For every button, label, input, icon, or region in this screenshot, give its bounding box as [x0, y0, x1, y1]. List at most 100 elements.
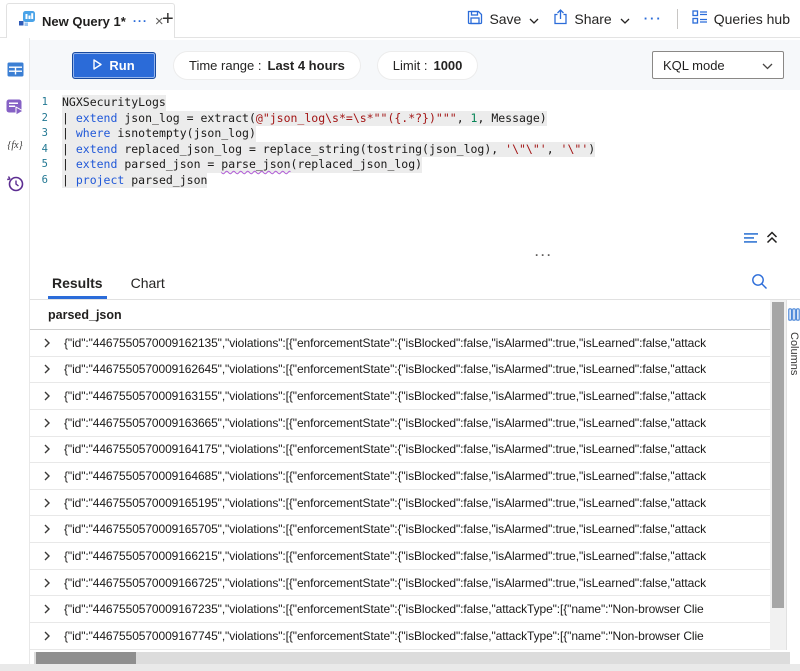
rows-container: {"id":"4467550570009162135","violations"… [30, 330, 770, 650]
run-button[interactable]: Run [72, 52, 156, 79]
table-row[interactable]: {"id":"4467550570009164685","violations"… [30, 463, 770, 490]
expand-row-icon[interactable] [30, 391, 64, 401]
row-json-text: {"id":"4467550570009164685","violations"… [64, 469, 706, 483]
row-json-text: {"id":"4467550570009165705","violations"… [64, 522, 706, 536]
save-icon [467, 9, 483, 28]
chevron-down-icon [620, 11, 630, 27]
columns-label: Columns [788, 332, 800, 375]
saved-scripts-icon[interactable] [0, 88, 30, 126]
code-text: | where isnotempty(json_log) [62, 126, 256, 142]
save-label: Save [489, 11, 521, 27]
expand-row-icon[interactable] [30, 524, 64, 534]
collapse-chevrons-icon [766, 229, 778, 248]
expand-row-icon[interactable] [30, 364, 64, 374]
table-row[interactable]: {"id":"4467550570009166725","violations"… [30, 570, 770, 597]
expand-row-icon[interactable] [30, 418, 64, 428]
tab-results[interactable]: Results [52, 275, 103, 299]
functions-icon[interactable]: {fx} [0, 126, 30, 164]
results-table: parsed_json {"id":"4467550570009162135",… [30, 300, 770, 650]
expand-row-icon[interactable] [30, 551, 64, 561]
new-tab-button[interactable]: + [162, 8, 174, 31]
results-tab-bar: Results Chart [30, 266, 800, 300]
panel-splitter[interactable]: ··· [30, 252, 800, 266]
divider [677, 9, 678, 29]
table-row[interactable]: {"id":"4467550570009164175","violations"… [30, 437, 770, 464]
table-row[interactable]: {"id":"4467550570009167745","violations"… [30, 623, 770, 650]
query-tab[interactable]: New Query 1* ··· × [6, 3, 175, 38]
kql-mode-select[interactable]: KQL mode [652, 51, 784, 79]
queries-hub-button[interactable]: Queries hub [692, 10, 790, 27]
columns-icon [788, 308, 800, 326]
results-panel: Results Chart parsed_json {"id":"4467550… [30, 266, 800, 664]
expand-row-icon[interactable] [30, 498, 64, 508]
tab-title: New Query 1* [42, 14, 126, 29]
time-range-picker[interactable]: Time range : Last 4 hours [174, 52, 360, 79]
limit-value: 1000 [433, 58, 462, 73]
horizontal-scrollbar[interactable] [34, 652, 790, 664]
chevron-down-icon [529, 11, 539, 27]
row-json-text: {"id":"4467550570009162645","violations"… [64, 362, 706, 376]
query-editor[interactable]: 1NGXSecurityLogs2| extend json_log = ext… [30, 90, 800, 252]
row-json-text: {"id":"4467550570009163155","violations"… [64, 389, 706, 403]
share-label: Share [574, 11, 611, 27]
row-json-text: {"id":"4467550570009167235","violations"… [64, 602, 704, 616]
tab-bar: New Query 1* ··· × + Save Share ··· Quer… [0, 0, 800, 38]
expand-row-icon[interactable] [30, 604, 64, 614]
line-number: 1 [30, 95, 62, 111]
chevron-down-icon [762, 58, 773, 73]
vertical-scrollbar-thumb[interactable] [772, 302, 784, 608]
row-json-text: {"id":"4467550570009164175","violations"… [64, 442, 706, 456]
code-line: 4| extend replaced_json_log = replace_st… [30, 142, 800, 158]
table-row[interactable]: {"id":"4467550570009166215","violations"… [30, 543, 770, 570]
code-line: 5| extend parsed_json = parse_json(repla… [30, 157, 800, 173]
tables-icon[interactable] [0, 50, 30, 88]
window-bottom-edge [0, 664, 800, 671]
run-label: Run [109, 58, 134, 73]
columns-panel-toggle[interactable]: Columns [786, 300, 800, 650]
table-row[interactable]: {"id":"4467550570009163155","violations"… [30, 383, 770, 410]
expand-row-icon[interactable] [30, 578, 64, 588]
code-line: 6| project parsed_json [30, 173, 800, 189]
expand-row-icon[interactable] [30, 471, 64, 481]
vertical-scrollbar[interactable] [770, 300, 786, 650]
code-lines: 1NGXSecurityLogs2| extend json_log = ext… [30, 90, 800, 188]
tab-more-button[interactable]: ··· [133, 14, 148, 28]
line-number: 6 [30, 173, 62, 189]
table-row[interactable]: {"id":"4467550570009167235","violations"… [30, 596, 770, 623]
limit-picker[interactable]: Limit : 1000 [378, 52, 478, 79]
expand-row-icon[interactable] [30, 631, 64, 641]
queries-hub-icon [692, 10, 708, 27]
code-line: 3| where isnotempty(json_log) [30, 126, 800, 142]
code-line: 1NGXSecurityLogs [30, 95, 800, 111]
code-text: | extend json_log = extract(@"json_log\s… [62, 111, 547, 127]
more-options-button[interactable]: ··· [644, 11, 663, 26]
row-json-text: {"id":"4467550570009163665","violations"… [64, 416, 706, 430]
share-button[interactable]: Share [553, 9, 629, 28]
expand-row-icon[interactable] [30, 338, 64, 348]
tab-chart[interactable]: Chart [131, 275, 165, 299]
line-number: 3 [30, 126, 62, 142]
history-icon[interactable] [0, 164, 30, 202]
limit-label: Limit : [393, 58, 428, 73]
table-row[interactable]: {"id":"4467550570009162135","violations"… [30, 330, 770, 357]
table-row[interactable]: {"id":"4467550570009165195","violations"… [30, 490, 770, 517]
code-text: | extend replaced_json_log = replace_str… [62, 142, 595, 158]
queries-hub-label: Queries hub [714, 11, 790, 27]
query-toolbar: Run Time range : Last 4 hours Limit : 10… [30, 40, 800, 90]
horizontal-scrollbar-thumb[interactable] [36, 652, 136, 664]
left-sidebar: {fx} [0, 38, 30, 671]
search-icon[interactable] [751, 273, 768, 295]
row-json-text: {"id":"4467550570009166215","violations"… [64, 549, 706, 563]
save-button[interactable]: Save [467, 9, 539, 28]
table-row[interactable]: {"id":"4467550570009162645","violations"… [30, 357, 770, 384]
table-row[interactable]: {"id":"4467550570009163665","violations"… [30, 410, 770, 437]
table-row[interactable]: {"id":"4467550570009165705","violations"… [30, 516, 770, 543]
collapse-editor-button[interactable] [744, 229, 778, 248]
line-number: 2 [30, 111, 62, 127]
line-number: 5 [30, 157, 62, 173]
splitter-handle[interactable]: ··· [535, 248, 553, 262]
expand-row-icon[interactable] [30, 444, 64, 454]
row-json-text: {"id":"4467550570009162135","violations"… [64, 336, 706, 350]
column-header: parsed_json [30, 300, 770, 330]
row-json-text: {"id":"4467550570009166725","violations"… [64, 576, 706, 590]
